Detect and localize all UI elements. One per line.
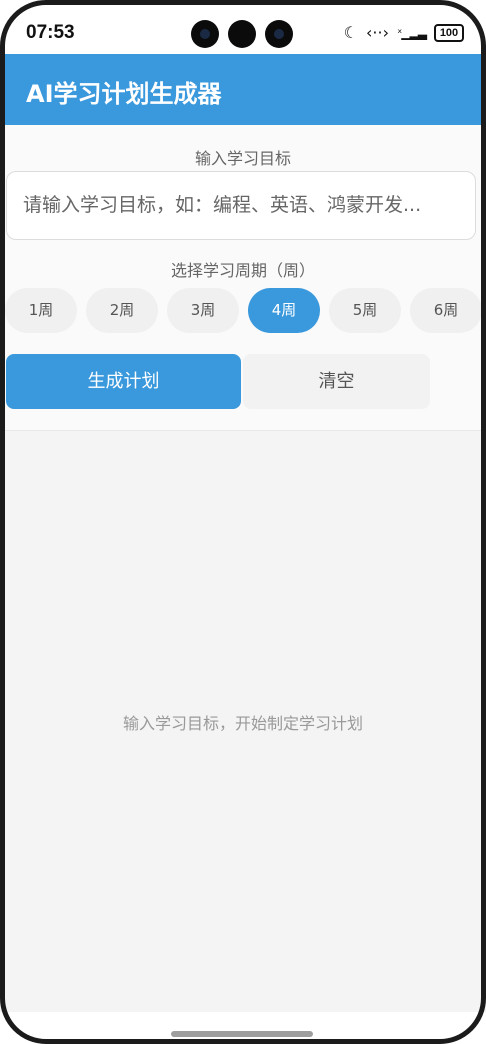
front-camera-icon: [265, 20, 293, 48]
week-option-6[interactable]: 6周: [410, 288, 482, 333]
clear-button[interactable]: 清空: [243, 354, 430, 409]
period-label: 选择学习周期（周）: [170, 261, 315, 280]
empty-state-hint: 输入学习目标，开始制定学习计划: [122, 714, 363, 733]
moon-icon: ☾: [343, 23, 359, 42]
goal-label: 输入学习目标: [194, 149, 291, 168]
main-content: 输入学习目标 请输入学习目标，如：编程、英语、鸿蒙开发... 选择学习周期（周）…: [0, 125, 486, 1044]
signal-icon: ˣ▁▂▃: [396, 25, 427, 40]
phone-screen: 07:53 ☾ ‹··› ˣ▁▂▃ 100 AI学习计划生成器 输入学习目标 请…: [0, 0, 486, 1044]
goal-input[interactable]: 请输入学习目标，如：编程、英语、鸿蒙开发...: [6, 171, 476, 240]
status-bar: 07:53 ☾ ‹··› ˣ▁▂▃ 100: [0, 0, 486, 54]
home-indicator[interactable]: [171, 1031, 313, 1037]
generate-plan-button[interactable]: 生成计划: [6, 354, 241, 409]
week-selector: 1周 2周 3周 4周 5周 6周: [0, 288, 486, 334]
week-option-3[interactable]: 3周: [167, 288, 239, 333]
front-camera-icon: [228, 20, 256, 48]
week-option-1[interactable]: 1周: [5, 288, 77, 333]
week-option-4[interactable]: 4周: [248, 288, 320, 333]
app-bar: AI学习计划生成器: [0, 54, 486, 125]
week-option-2[interactable]: 2周: [86, 288, 158, 333]
battery-icon: 100: [434, 23, 464, 42]
navigation-bar: [0, 1012, 486, 1044]
nfc-icon: ‹··›: [366, 23, 389, 42]
week-option-5[interactable]: 5周: [329, 288, 401, 333]
app-title: AI学习计划生成器: [26, 80, 222, 108]
status-time: 07:53: [26, 22, 75, 43]
status-icons: ☾ ‹··› ˣ▁▂▃ 100: [344, 23, 464, 42]
front-camera-icon: [191, 20, 219, 48]
input-panel: 输入学习目标 请输入学习目标，如：编程、英语、鸿蒙开发... 选择学习周期（周）…: [0, 125, 486, 431]
